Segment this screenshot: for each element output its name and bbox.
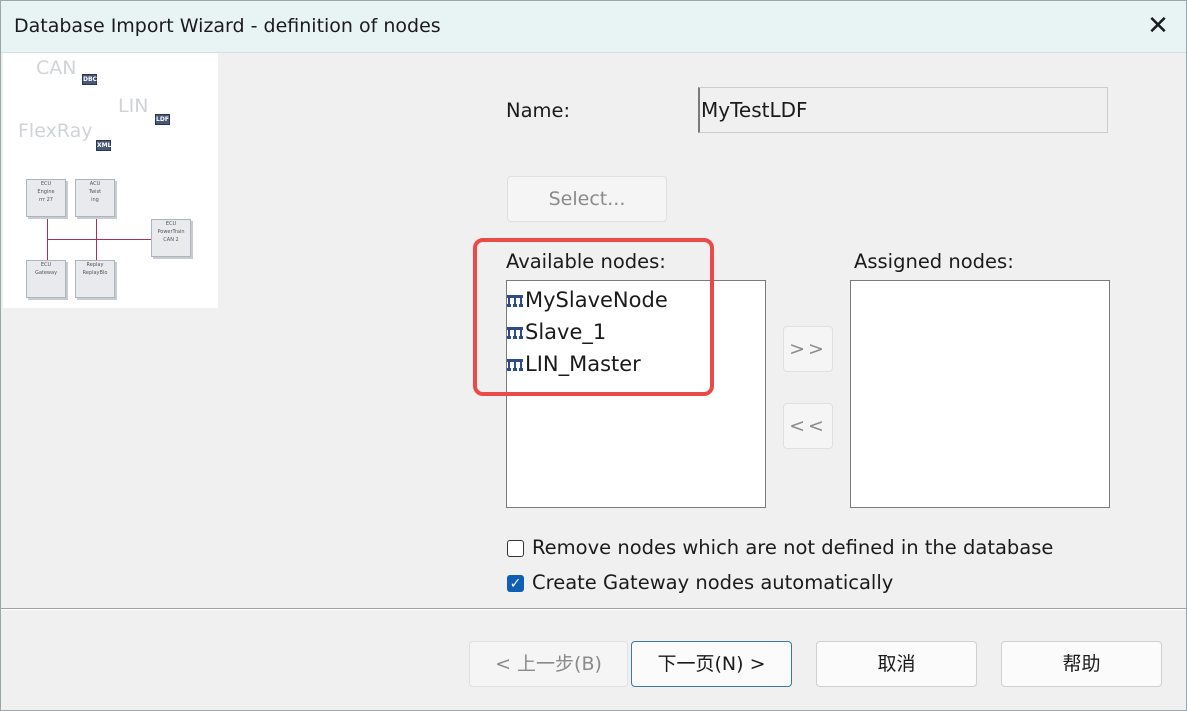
ldf-file-icon: LDF: [155, 114, 170, 125]
ecu-block: Replay ReplayBlo: [75, 260, 115, 298]
create-gateway-checkbox[interactable]: ✓: [507, 575, 524, 592]
xml-file-icon: XML: [96, 140, 112, 151]
back-button[interactable]: < 上一步(B): [469, 641, 628, 687]
name-field[interactable]: MyTestLDF: [698, 87, 1108, 133]
next-button[interactable]: 下一页(N) >: [631, 641, 792, 687]
title-bar: Database Import Wizard - definition of n…: [0, 0, 1187, 53]
wizard-illustration: CAN DBC LIN LDF FlexRay XML ECU Engine rrr…: [3, 53, 218, 308]
ecu-block: ECU Engine rrr 27: [26, 179, 66, 217]
ecu-block: ECU PowerTrain CAN 2: [151, 219, 191, 257]
can-bus-label: CAN: [36, 57, 77, 79]
lin-bus-label: LIN: [118, 95, 149, 117]
flexray-bus-label: FlexRay: [18, 120, 93, 142]
bus-wire: [47, 239, 151, 240]
window-title: Database Import Wizard - definition of n…: [14, 15, 441, 37]
dbc-file-icon: DBC: [82, 74, 97, 85]
select-button[interactable]: Select...: [507, 176, 667, 222]
assigned-nodes-label: Assigned nodes:: [854, 250, 1014, 273]
ecu-block: ECU Gateway: [26, 260, 66, 298]
assigned-nodes-list[interactable]: [850, 280, 1110, 508]
move-right-button[interactable]: >>: [783, 326, 833, 372]
ecu-block: ACU Twist ing: [75, 179, 115, 217]
help-button[interactable]: 帮助: [1001, 641, 1162, 687]
move-left-button[interactable]: <<: [783, 403, 833, 449]
remove-nodes-label: Remove nodes which are not defined in th…: [532, 536, 1054, 559]
highlight-box: [473, 238, 714, 396]
create-gateway-label: Create Gateway nodes automatically: [532, 571, 894, 594]
remove-nodes-checkbox[interactable]: [507, 540, 524, 557]
close-icon[interactable]: ✕: [1140, 8, 1176, 44]
footer-divider-highlight: [0, 609, 1187, 610]
cancel-button[interactable]: 取消: [816, 641, 977, 687]
name-label: Name:: [506, 99, 571, 122]
